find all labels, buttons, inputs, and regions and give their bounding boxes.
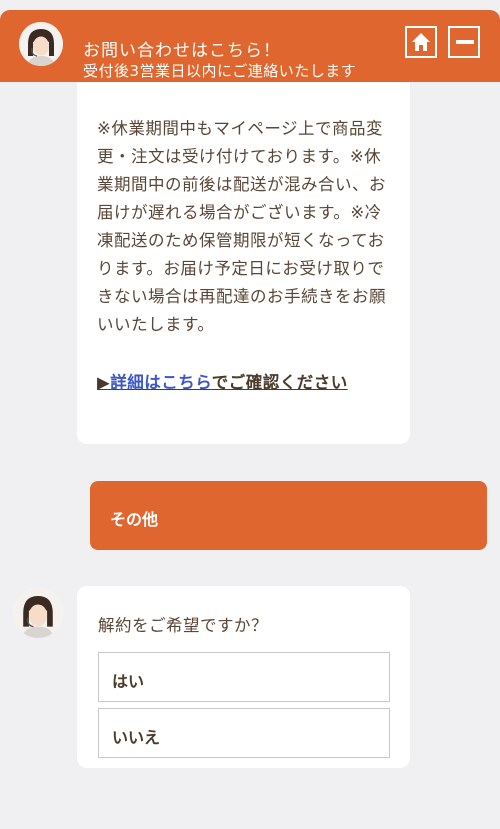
minimize-button[interactable]: [448, 26, 480, 58]
home-icon: [412, 33, 430, 51]
user-message: その他: [90, 481, 487, 550]
link-arrow: ▶: [97, 373, 111, 392]
details-link-suffix: でご確認ください: [211, 373, 348, 392]
answer-yes-button[interactable]: はい: [98, 652, 390, 702]
operator-avatar: [19, 22, 63, 66]
home-button[interactable]: [405, 26, 437, 58]
bot-avatar: [13, 588, 63, 638]
details-link[interactable]: ▶詳細はこちらでご確認ください: [97, 369, 390, 393]
answer-no-button[interactable]: いいえ: [98, 708, 390, 758]
chat-header: お問い合わせはこちら！ 受付後3営業日以内にご連絡いたします: [0, 10, 500, 82]
details-link-text[interactable]: 詳細はこちら: [110, 373, 212, 392]
question-message: 解約をご希望ですか？ はい いいえ: [77, 586, 410, 768]
header-title: お問い合わせはこちら！: [83, 41, 281, 61]
question-text: 解約をご希望ですか？: [98, 616, 268, 635]
notice-message: ※休業期間中もマイページ上で商品変更・注文は受け付けております。※休業期間中の前…: [77, 82, 410, 444]
notice-text: ※休業期間中もマイページ上で商品変更・注文は受け付けております。※休業期間中の前…: [97, 119, 386, 334]
header-subtitle: 受付後3営業日以内にご連絡いたします: [83, 62, 357, 80]
minimize-icon: [456, 40, 474, 44]
